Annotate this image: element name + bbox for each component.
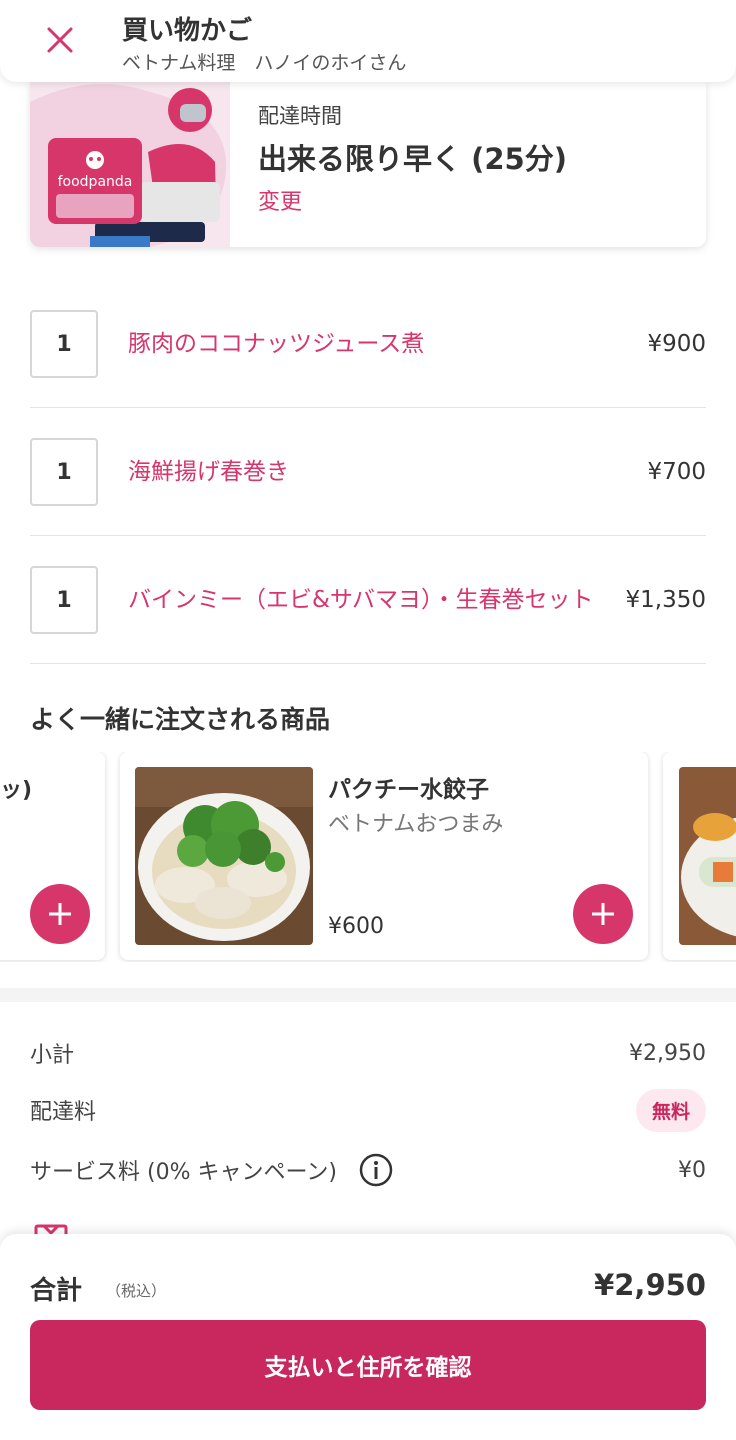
recommendation-category: ベトナムおつまみ [328, 812, 504, 837]
section-divider [0, 988, 736, 1002]
recommendation-name: パクチー水餃子 [328, 777, 489, 803]
total-label: 合計 [30, 1276, 83, 1306]
total-value: ¥2,950 [594, 1268, 706, 1302]
svg-text:foodpanda: foodpanda [58, 174, 133, 190]
recommendation-name: ッ) [0, 778, 33, 803]
spring-roll-dish-image [679, 767, 736, 945]
quantity-selector[interactable]: 1 [30, 438, 98, 506]
service-fee-row: サービス料 (0% キャンペーン) ¥0 [30, 1150, 706, 1190]
add-item-button[interactable] [573, 884, 633, 944]
cart-item: 1 バインミー（エビ&サバマヨ）・生春巻セット ¥1,350 [30, 536, 706, 664]
recommendations-carousel[interactable]: ッ) パクチー水餃子 ベトナムおつまみ ¥600 [0, 752, 736, 962]
cart-item: 1 海鮮揚げ春巻き ¥700 [30, 408, 706, 536]
delivery-time-label: 配達時間 [258, 104, 342, 128]
service-fee-value: ¥0 [678, 1157, 706, 1183]
subtotal-value: ¥2,950 [629, 1040, 706, 1066]
subtotal-label: 小計 [30, 1043, 75, 1068]
cart-header: 買い物かご ベトナム料理 ハノイのホイさん [0, 0, 736, 82]
service-fee-label: サービス料 (0% キャンペーン) [30, 1160, 337, 1185]
change-delivery-time-link[interactable]: 変更 [258, 184, 302, 216]
add-item-button[interactable] [30, 884, 90, 944]
delivery-rider-icon: foodpanda [30, 82, 230, 247]
cart-item-name[interactable]: 海鮮揚げ春巻き [128, 408, 598, 536]
delivery-fee-label: 配達料 [30, 1100, 97, 1125]
recommendation-price: ¥600 [328, 914, 384, 939]
cart-item-price: ¥1,350 [625, 587, 706, 613]
delivery-fee-row: 配達料 無料 [30, 1088, 706, 1132]
recommendation-card[interactable] [663, 752, 736, 960]
cart-item-price: ¥700 [647, 459, 706, 485]
recommendations-title: よく一緒に注文される商品 [30, 705, 331, 734]
page-title: 買い物かご [122, 16, 253, 46]
cart-item-name[interactable]: バインミー（エビ&サバマヨ）・生春巻セット [128, 536, 598, 664]
cart-item: 1 豚肉のココナッツジュース煮 ¥900 [30, 280, 706, 408]
close-button[interactable] [36, 16, 84, 64]
cart-item-name[interactable]: 豚肉のココナッツジュース煮 [128, 280, 598, 408]
quantity-selector[interactable]: 1 [30, 310, 98, 378]
checkout-panel: 合計 （税込） ¥2,950 支払いと住所を確認 [0, 1234, 736, 1440]
recommendation-card[interactable]: パクチー水餃子 ベトナムおつまみ ¥600 [120, 752, 648, 960]
dumpling-dish-image [135, 767, 313, 945]
free-badge: 無料 [635, 1088, 706, 1132]
delivery-time-value: 出来る限り早く (25分) [258, 142, 567, 176]
quantity-selector[interactable]: 1 [30, 566, 98, 634]
close-icon [47, 27, 73, 53]
confirm-payment-button[interactable]: 支払いと住所を確認 [30, 1320, 706, 1410]
restaurant-name: ベトナム料理 ハノイのホイさん [122, 52, 407, 74]
cart-item-price: ¥900 [647, 331, 706, 357]
recommendation-card[interactable]: ッ) [0, 752, 105, 960]
plus-icon [592, 903, 614, 925]
plus-icon [49, 903, 71, 925]
delivery-time-card: foodpanda 配達時間 出来る限り早く (25分) 変更 [30, 82, 706, 247]
tax-note: （税込） [106, 1282, 167, 1300]
subtotal-row: 小計 ¥2,950 [30, 1033, 706, 1073]
info-icon[interactable] [359, 1153, 393, 1187]
